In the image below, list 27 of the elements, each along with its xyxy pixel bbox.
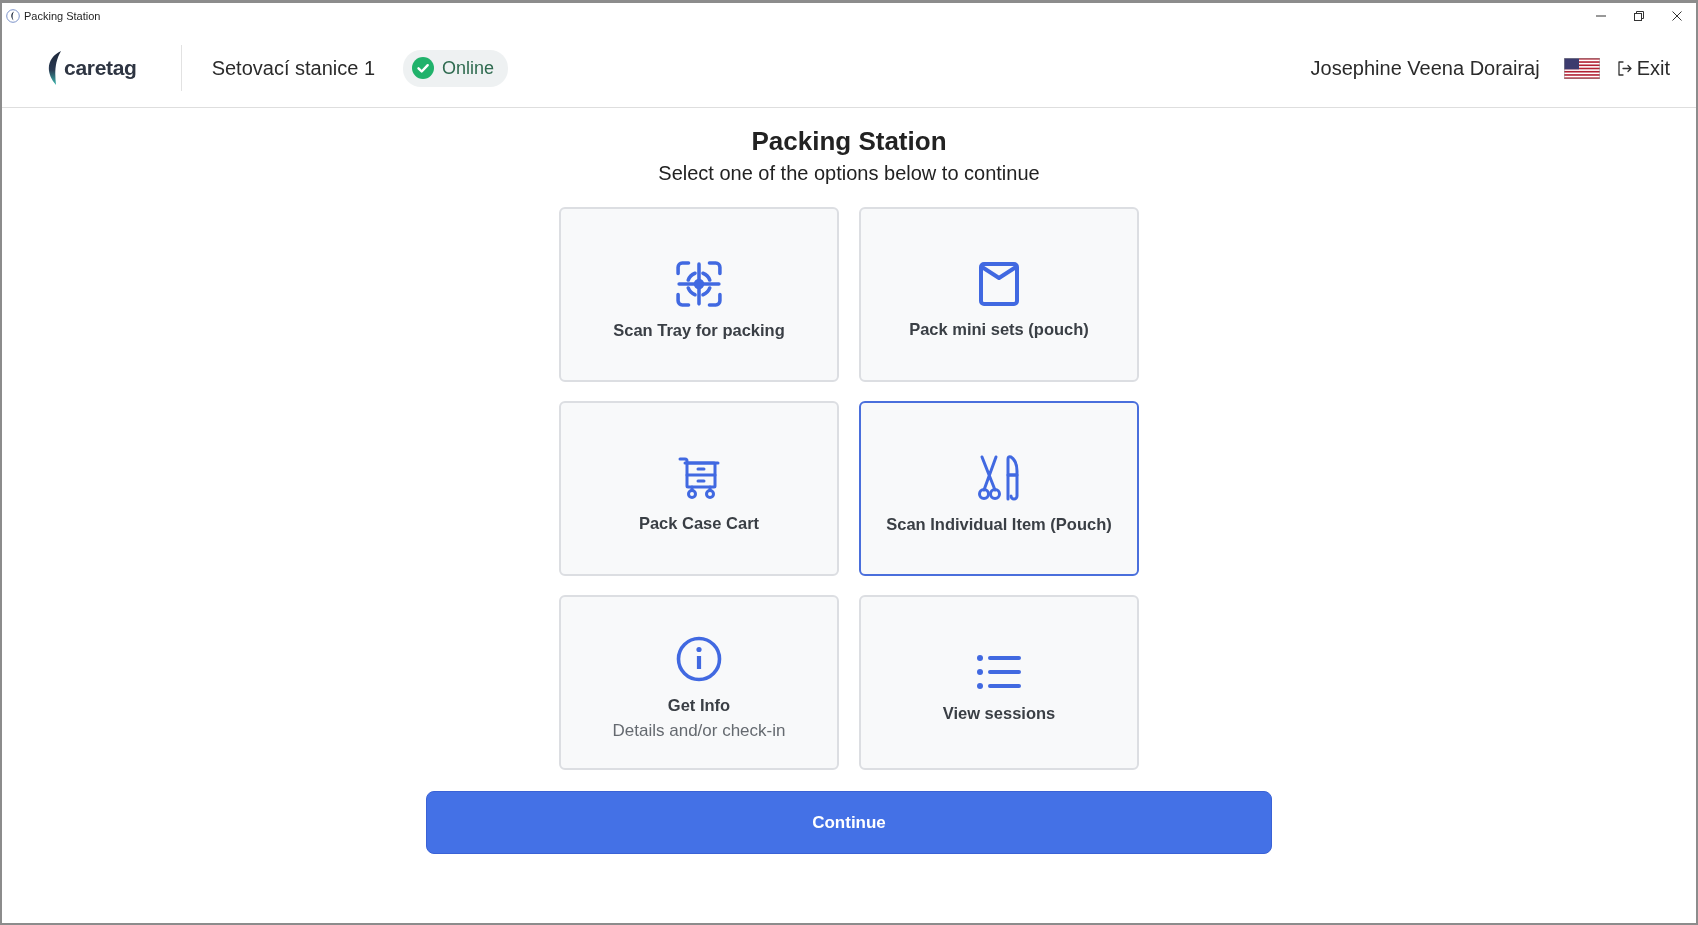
restore-icon[interactable] <box>1634 11 1644 21</box>
option-card[interactable]: View sessions <box>859 595 1139 771</box>
window-title: Packing Station <box>24 8 101 24</box>
list-icon <box>976 653 1022 690</box>
crosshair-icon <box>676 260 722 307</box>
option-card[interactable]: Scan Tray for packing <box>559 207 839 383</box>
exit-icon <box>1617 60 1632 76</box>
user-name: Josephine Veena Dorairaj <box>1310 56 1540 81</box>
option-card[interactable]: Pack mini sets (pouch) <box>859 207 1139 383</box>
continue-button[interactable]: Continue <box>426 791 1272 855</box>
info-icon <box>676 635 722 682</box>
scissors-scalpel-icon <box>978 454 1020 501</box>
page-subtitle: Select one of the options below to continue <box>658 161 1040 186</box>
brand-name: caretag <box>64 55 137 82</box>
status-label: Online <box>442 56 495 80</box>
option-card[interactable]: Scan Individual Item (Pouch) <box>859 401 1139 577</box>
exit-button[interactable]: Exit <box>1617 53 1670 83</box>
app-icon <box>6 9 20 23</box>
flag-icon[interactable] <box>1563 57 1600 79</box>
option-card[interactable]: Get Info Details and/or check-in <box>559 595 839 771</box>
envelope-icon <box>979 261 1019 306</box>
close-icon[interactable] <box>1672 11 1682 21</box>
option-card[interactable]: Pack Case Cart <box>559 401 839 577</box>
logo-mark-icon <box>46 51 62 85</box>
station-name: Setovací stanice 1 <box>211 56 376 81</box>
page-title: Packing Station <box>751 126 947 158</box>
cart-icon <box>678 455 720 500</box>
